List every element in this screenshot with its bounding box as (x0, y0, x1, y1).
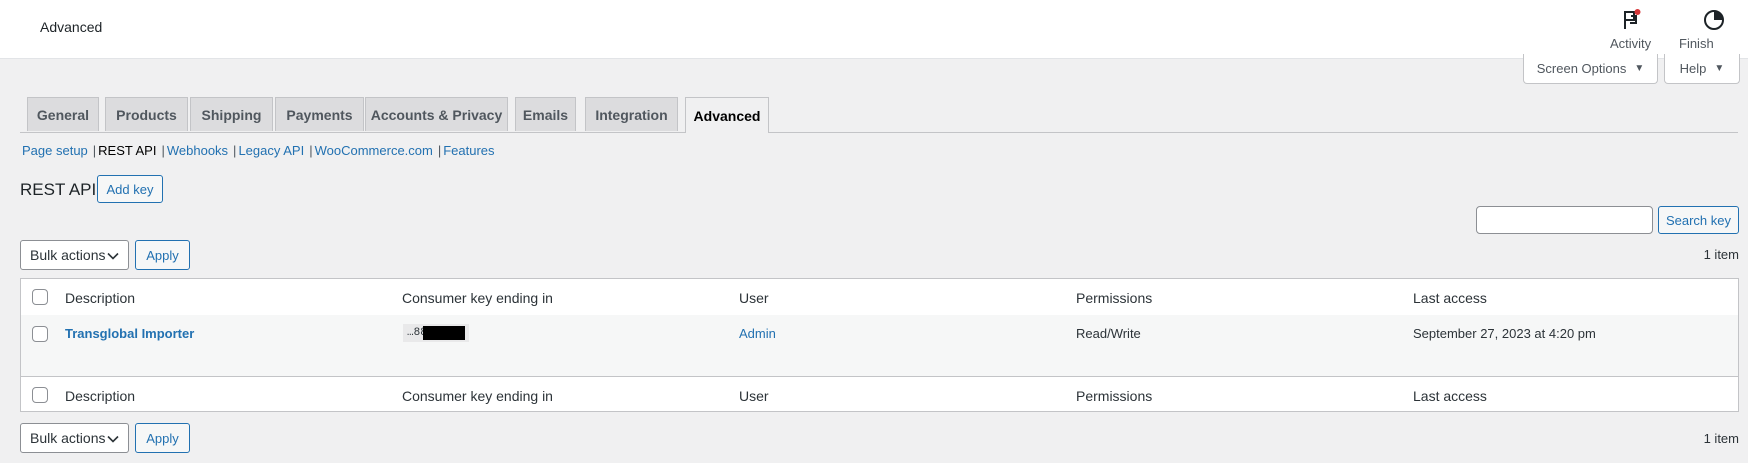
separator: | (161, 143, 165, 158)
tab-accounts-privacy[interactable]: Accounts & Privacy (365, 97, 508, 131)
help-button[interactable]: Help ▼ (1664, 54, 1740, 84)
tab-general[interactable]: General (27, 97, 99, 131)
bulk-actions-select-bottom[interactable]: Bulk actions (20, 423, 129, 453)
separator: | (92, 143, 97, 158)
select-all-checkbox[interactable] (32, 387, 48, 403)
settings-tabs: General Products Shipping Payments Accou… (20, 97, 1738, 133)
screen-options-label: Screen Options (1536, 61, 1627, 76)
help-label: Help (1679, 61, 1707, 76)
subnav-woocommerce-com[interactable]: WooCommerce.com (315, 143, 433, 158)
tab-integration[interactable]: Integration (585, 97, 678, 131)
apply-button-top[interactable]: Apply (135, 240, 190, 270)
key-description-link[interactable]: Transglobal Importer (65, 326, 194, 341)
table-header-row: Description Consumer key ending in User … (21, 279, 1738, 316)
api-keys-table: Description Consumer key ending in User … (20, 278, 1739, 412)
tab-advanced[interactable]: Advanced (685, 97, 769, 133)
activity-button[interactable]: Activity (1610, 8, 1651, 51)
add-key-button[interactable]: Add key (97, 175, 163, 203)
consumer-key-code: …88 (403, 324, 469, 342)
user-link[interactable]: Admin (739, 326, 776, 341)
column-header-consumer-key: Consumer key ending in (402, 290, 553, 306)
tab-products[interactable]: Products (105, 97, 188, 131)
bulk-actions-select-top[interactable]: Bulk actions (20, 240, 129, 270)
tab-shipping[interactable]: Shipping (190, 97, 273, 131)
column-footer-user[interactable]: User (739, 388, 769, 404)
row-checkbox[interactable] (32, 326, 48, 342)
last-access-value: September 27, 2023 at 4:20 pm (1413, 326, 1596, 341)
subnav-features[interactable]: Features (443, 143, 494, 158)
search-key-button[interactable]: Search key (1658, 206, 1739, 234)
chevron-down-icon (106, 249, 120, 266)
subnav-legacy-api[interactable]: Legacy API (238, 143, 304, 158)
tab-emails[interactable]: Emails (515, 97, 576, 131)
sub-navigation: Page setup | REST API | Webhooks | Legacy API |… (22, 143, 495, 158)
column-footer-consumer-key: Consumer key ending in (402, 388, 553, 404)
item-count-bottom: 1 item (1703, 431, 1739, 446)
column-header-last-access[interactable]: Last access (1413, 290, 1487, 306)
permissions-value: Read/Write (1076, 326, 1141, 341)
table-row: Transglobal Importer …88 Admin Read/Writ… (21, 315, 1738, 376)
select-all-checkbox[interactable] (32, 289, 48, 305)
redaction-bar (423, 326, 465, 340)
column-footer-last-access[interactable]: Last access (1413, 388, 1487, 404)
table-footer-row: Description Consumer key ending in User … (21, 376, 1738, 413)
column-footer-description[interactable]: Description (65, 388, 135, 404)
column-header-description[interactable]: Description (65, 290, 135, 306)
subnav-webhooks[interactable]: Webhooks (167, 143, 228, 158)
separator: | (437, 143, 442, 158)
caret-down-icon: ▼ (1714, 63, 1725, 74)
caret-down-icon: ▼ (1634, 63, 1645, 74)
flag-icon (1619, 8, 1643, 36)
screen-options-button[interactable]: Screen Options ▼ (1523, 54, 1658, 84)
column-header-permissions[interactable]: Permissions (1076, 290, 1152, 306)
separator: | (309, 143, 313, 158)
separator: | (233, 143, 237, 158)
page-title: Advanced (40, 19, 103, 35)
column-header-user[interactable]: User (739, 290, 769, 306)
column-footer-permissions[interactable]: Permissions (1076, 388, 1152, 404)
bulk-actions-label: Bulk actions (30, 247, 106, 263)
section-title: REST API (20, 180, 97, 199)
activity-label: Activity (1610, 36, 1652, 51)
subnav-rest-api[interactable]: REST API (98, 143, 156, 158)
search-input[interactable] (1476, 206, 1653, 234)
apply-button-bottom[interactable]: Apply (135, 423, 190, 453)
tab-payments[interactable]: Payments (275, 97, 364, 131)
progress-circle-icon (1702, 8, 1726, 36)
subnav-page-setup[interactable]: Page setup (22, 143, 88, 158)
bulk-actions-label: Bulk actions (30, 430, 106, 446)
item-count-top: 1 item (1703, 247, 1739, 262)
top-header-bar: Advanced Activity Finish setup (0, 0, 1748, 66)
chevron-down-icon (106, 432, 120, 449)
